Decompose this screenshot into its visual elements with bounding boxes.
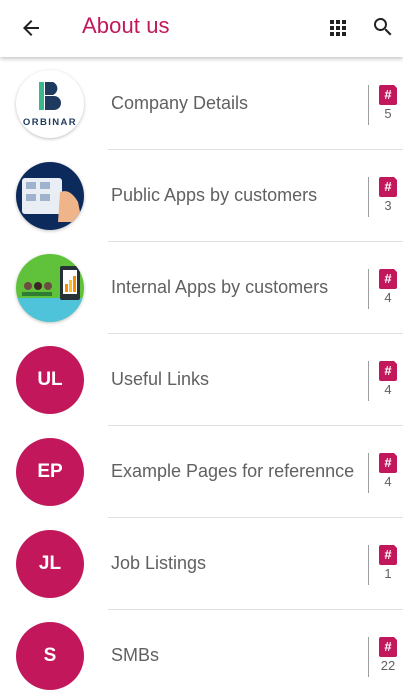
item-count: 4	[384, 382, 392, 397]
count-indicator: # 4	[368, 268, 403, 309]
about-list: ORBINAR Company Details # 5 Public Apps …	[0, 58, 403, 695]
item-count: 3	[384, 198, 392, 213]
list-item-label: Company Details	[111, 93, 249, 113]
item-count: 1	[384, 566, 392, 581]
count-indicator: # 5	[368, 84, 403, 125]
list-item-label: SMBs	[111, 645, 160, 665]
list-item-label: Internal Apps by customers	[111, 277, 329, 297]
apps-grid-button[interactable]	[321, 11, 355, 45]
hash-badge-icon: #	[379, 452, 398, 473]
list-item[interactable]: JL Job Listings # 1	[0, 518, 403, 610]
apps-grid-icon	[330, 20, 346, 36]
hash-badge-icon: #	[379, 84, 398, 105]
list-item[interactable]: EP Example Pages for referennce # 4	[0, 426, 403, 518]
avatar: EP	[16, 438, 84, 506]
list-item[interactable]: S SMBs # 22	[0, 610, 403, 695]
item-count: 5	[384, 106, 392, 121]
arrow-left-icon	[23, 20, 39, 36]
hash-badge-icon: #	[379, 544, 398, 565]
avatar: JL	[16, 530, 84, 598]
count-indicator: # 3	[368, 176, 403, 217]
back-button[interactable]	[14, 11, 48, 45]
list-item-label: Public Apps by customers	[111, 185, 318, 205]
search-button[interactable]	[366, 10, 400, 44]
list-item[interactable]: UL Useful Links # 4	[0, 334, 403, 426]
item-count: 4	[384, 290, 392, 305]
search-icon	[374, 18, 392, 36]
item-count: 4	[384, 474, 392, 489]
hash-badge-icon: #	[379, 268, 398, 289]
count-indicator: # 4	[368, 452, 403, 493]
list-item[interactable]: Internal Apps by customers # 4	[0, 242, 403, 334]
office-apps-icon	[16, 254, 84, 322]
list-item-label: Example Pages for referennce	[111, 461, 355, 481]
hash-badge-icon: #	[379, 636, 398, 657]
phone-apps-icon	[16, 162, 84, 230]
item-count: 22	[380, 658, 396, 673]
hash-badge-icon: #	[379, 176, 398, 197]
list-item-label: Job Listings	[111, 553, 207, 573]
svg-text:ORBINAR: ORBINAR	[23, 117, 77, 128]
count-indicator: # 1	[368, 544, 403, 585]
company-logo-icon: ORBINAR	[16, 70, 84, 138]
count-indicator: # 22	[368, 636, 403, 677]
avatar: S	[16, 622, 84, 690]
avatar: UL	[16, 346, 84, 414]
count-indicator: # 4	[368, 360, 403, 401]
list-item[interactable]: ORBINAR Company Details # 5	[0, 58, 403, 150]
page-title: About us	[82, 13, 170, 38]
list-item[interactable]: Public Apps by customers # 3	[0, 150, 403, 242]
app-bar: About us	[0, 0, 403, 57]
list-item-label: Useful Links	[111, 369, 210, 389]
hash-badge-icon: #	[379, 360, 398, 381]
